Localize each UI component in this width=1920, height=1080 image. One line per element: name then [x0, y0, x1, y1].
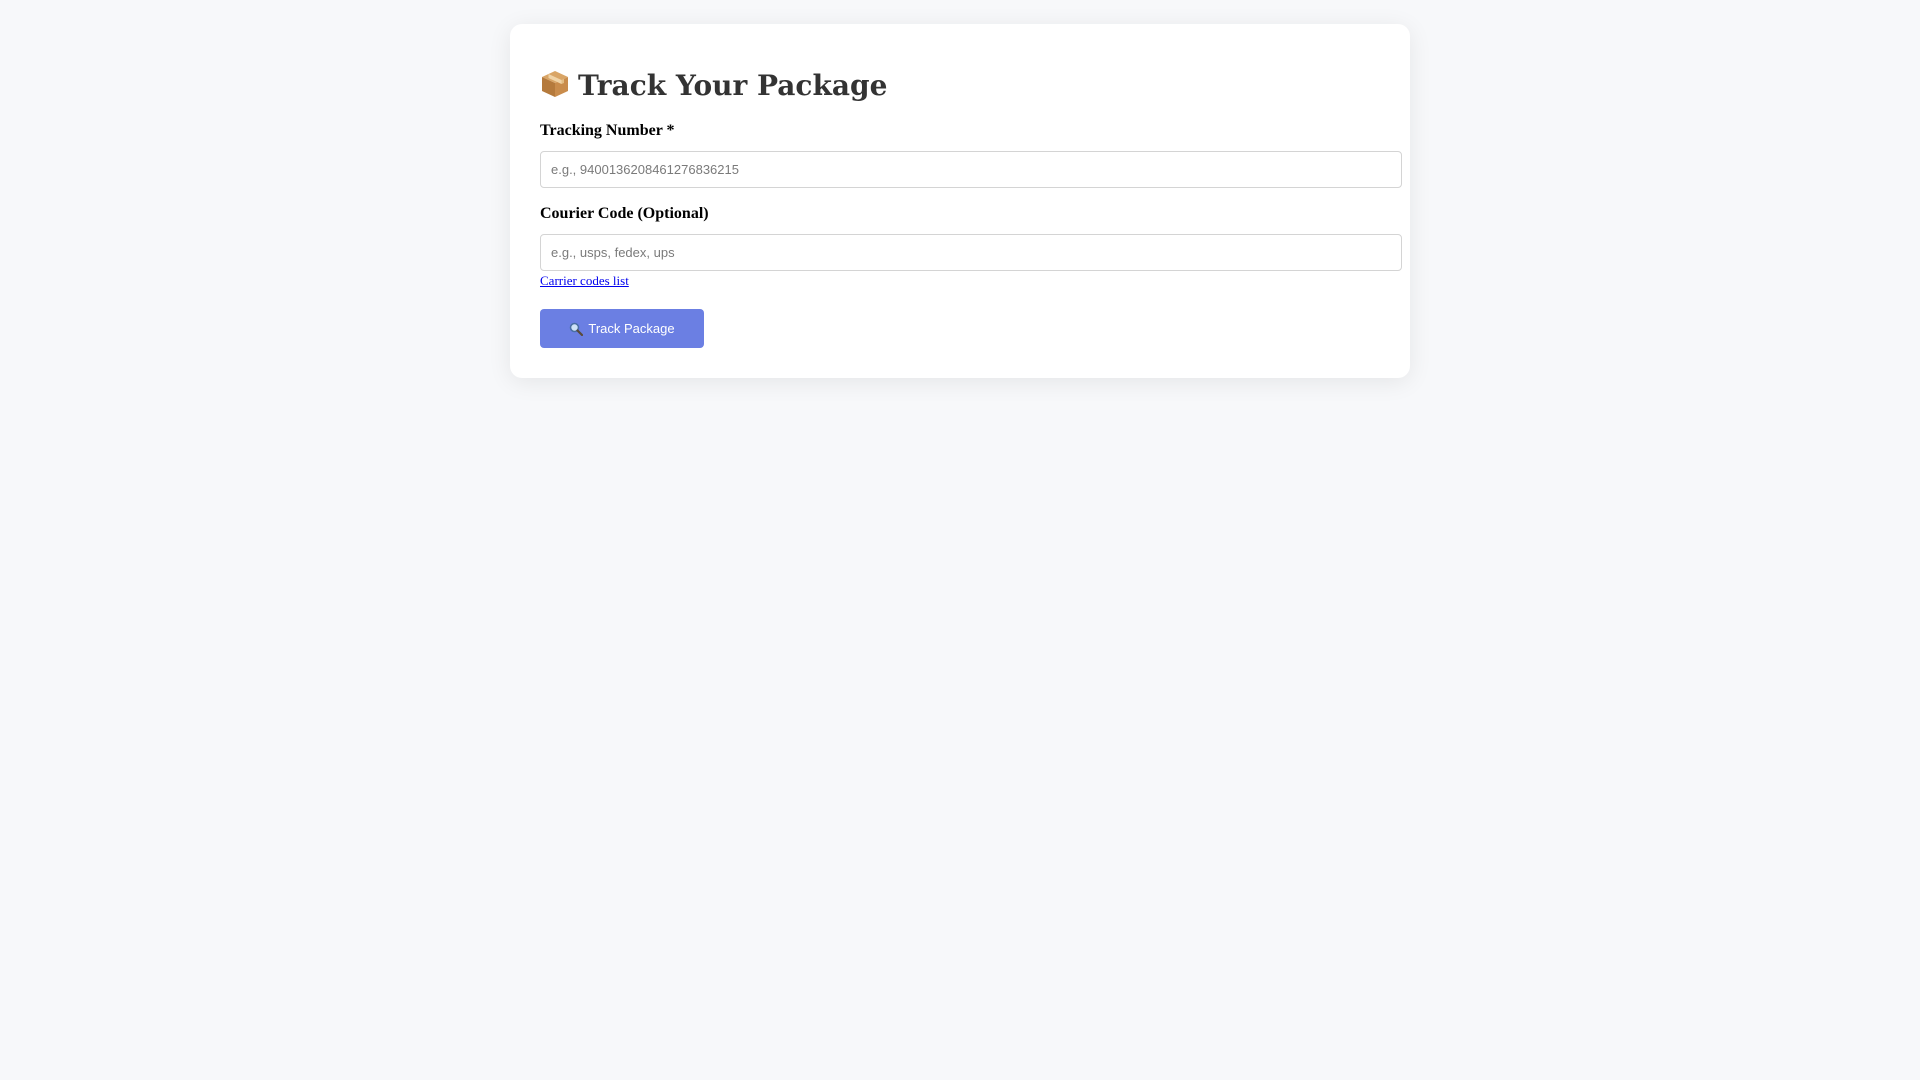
tracking-number-input[interactable] — [540, 151, 1402, 188]
magnifier-icon — [570, 322, 584, 336]
carrier-codes-link[interactable]: Carrier codes list — [540, 273, 629, 289]
courier-code-label: Courier Code (Optional) — [540, 205, 709, 222]
package-icon — [542, 71, 568, 97]
track-package-button[interactable]: Track Package — [540, 309, 704, 348]
tracking-card: Track Your Package Tracking Number * Cou… — [510, 24, 1410, 378]
courier-code-input[interactable] — [540, 234, 1402, 271]
tracking-number-label: Tracking Number * — [540, 122, 675, 139]
page-title: Track Your Package — [540, 66, 887, 105]
page-title-text: Track Your Package — [578, 69, 888, 102]
track-package-label: Track Package — [588, 321, 675, 336]
